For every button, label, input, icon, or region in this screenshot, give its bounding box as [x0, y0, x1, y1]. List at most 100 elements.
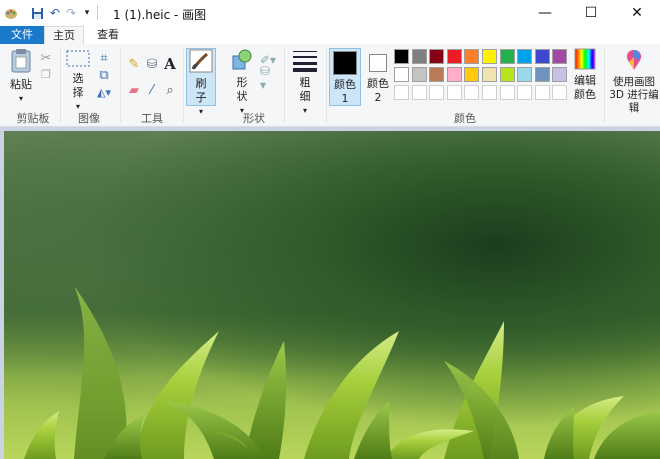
copy-icon[interactable]: ❐ [38, 66, 54, 82]
palette-swatch[interactable] [517, 49, 533, 64]
canvas-area[interactable] [0, 127, 660, 459]
rotate-icon[interactable]: ◭▾ [96, 84, 112, 100]
group-separator [120, 48, 121, 122]
palette-swatch[interactable] [517, 67, 533, 82]
palette-swatch[interactable] [429, 67, 445, 82]
paint3d-button[interactable]: 使用画图 3D 进行编辑 [608, 48, 660, 115]
fill-icon[interactable]: ⛁ [144, 56, 160, 72]
paint3d-label: 使用画图 3D 进行编辑 [609, 76, 659, 114]
magnifier-icon[interactable]: ⌕ [162, 82, 178, 98]
image-group-label: 图像 [78, 112, 100, 125]
palette-swatch[interactable] [552, 49, 568, 64]
palette-swatch[interactable] [429, 85, 445, 100]
shape-fill-icon[interactable]: ⛁▾ [260, 64, 276, 92]
text-icon[interactable]: A [162, 55, 178, 73]
size-button[interactable]: 粗细 ▾ [290, 48, 320, 118]
palette-swatch[interactable] [482, 49, 497, 64]
edit-colors-button[interactable]: 编辑颜色 [572, 48, 598, 102]
paint-app-icon[interactable] [4, 6, 18, 20]
group-separator [183, 48, 184, 122]
palette-swatch[interactable] [499, 67, 515, 82]
clipboard-icon [11, 49, 31, 73]
palette-swatch[interactable] [411, 67, 427, 82]
minimize-button[interactable]: — [522, 0, 568, 26]
group-separator [60, 48, 61, 122]
palette-swatch[interactable] [482, 85, 497, 100]
canvas-image[interactable] [4, 131, 660, 459]
shapes-icon [232, 49, 252, 70]
palette-swatch[interactable] [534, 85, 550, 100]
customize-quick-access-icon[interactable]: ▾ [80, 6, 94, 20]
tab-view[interactable]: 查看 [90, 26, 126, 44]
color1-swatch [333, 51, 357, 75]
ribbon-tabs: 文件 主页 查看 [0, 26, 660, 45]
palette-swatch[interactable] [446, 85, 462, 100]
tab-home[interactable]: 主页 [44, 26, 84, 45]
shapes-label: 形状 [236, 76, 248, 103]
palette-swatch[interactable] [552, 67, 568, 82]
paste-label: 粘贴 [10, 78, 32, 91]
color2-label: 颜色 2 [367, 77, 389, 104]
palette-swatch[interactable] [534, 67, 550, 82]
brush-dropdown-icon: ▾ [198, 107, 203, 116]
palette-swatch[interactable] [517, 85, 533, 100]
palette-swatch[interactable] [482, 67, 497, 82]
ribbon: 粘贴 ▾ ✂ ❐ 剪贴板 选择 ▾ ⌗ ⧉ ◭▾ 图像 ✎ ⛁ A ▰ ⁄ ⌕ … [0, 44, 660, 127]
select-button[interactable]: 选择 ▾ [64, 48, 92, 114]
palette-swatch[interactable] [464, 85, 480, 100]
brush-label: 刷子 [195, 77, 207, 104]
palette-swatch[interactable] [394, 67, 409, 82]
eraser-icon[interactable]: ▰ [126, 82, 142, 98]
palette-swatch[interactable] [446, 49, 462, 64]
close-button[interactable]: ✕ [614, 0, 660, 26]
line-width-icon [293, 51, 317, 72]
color-wheel-icon [574, 48, 596, 70]
cut-icon[interactable]: ✂ [38, 50, 54, 66]
clipboard-group-label: 剪贴板 [16, 112, 50, 125]
palette-swatch[interactable] [499, 85, 515, 100]
color2-button[interactable]: 颜色 2 [363, 48, 393, 106]
palette-swatch[interactable] [411, 49, 427, 64]
paint3d-icon [626, 50, 642, 70]
maximize-button[interactable]: ☐ [568, 0, 614, 26]
title-separator [97, 5, 98, 20]
group-separator [604, 48, 605, 122]
group-separator [326, 48, 327, 122]
palette-swatch[interactable] [534, 49, 550, 64]
palette-swatch[interactable] [446, 67, 462, 82]
paste-dropdown-icon: ▾ [18, 94, 23, 103]
palette-swatch[interactable] [499, 49, 515, 64]
palette-swatch[interactable] [552, 85, 568, 100]
tab-file[interactable]: 文件 [0, 26, 44, 44]
palette-swatch[interactable] [464, 49, 480, 64]
color1-button[interactable]: 颜色 1 [329, 48, 361, 106]
crop-icon[interactable]: ⌗ [96, 50, 112, 66]
redo-icon[interactable]: ↷ [64, 6, 78, 20]
paste-button[interactable]: 粘贴 ▾ [6, 48, 36, 106]
grass-photo [24, 286, 660, 459]
shapes-group-label: 形状 [243, 112, 265, 125]
palette-swatch[interactable] [394, 85, 409, 100]
palette-swatch[interactable] [464, 67, 480, 82]
palette-swatch[interactable] [429, 49, 445, 64]
group-separator [284, 48, 285, 122]
color-palette [394, 49, 570, 103]
undo-icon[interactable]: ↶ [48, 6, 62, 20]
tools-group-label: 工具 [141, 112, 163, 125]
resize-icon[interactable]: ⧉ [96, 67, 112, 83]
palette-swatch[interactable] [394, 49, 409, 64]
palette-swatch[interactable] [411, 85, 427, 100]
title-bar: ↶ ↷ ▾ 1 (1).heic - 画图 — ☐ ✕ [0, 0, 660, 26]
brush-button[interactable]: 刷子 ▾ [186, 48, 216, 116]
color-picker-icon[interactable]: ⁄ [144, 82, 160, 98]
pencil-icon[interactable]: ✎ [126, 56, 142, 72]
color2-swatch [369, 54, 387, 72]
save-icon[interactable] [30, 6, 44, 20]
select-label: 选择 [72, 72, 84, 99]
shapes-button[interactable]: 形状 ▾ [228, 48, 256, 118]
color1-label: 颜色 1 [334, 78, 356, 105]
size-dropdown-icon: ▾ [302, 106, 307, 115]
brush-icon [189, 49, 213, 73]
colors-group-label: 颜色 [454, 112, 476, 125]
size-label: 粗细 [299, 76, 311, 103]
